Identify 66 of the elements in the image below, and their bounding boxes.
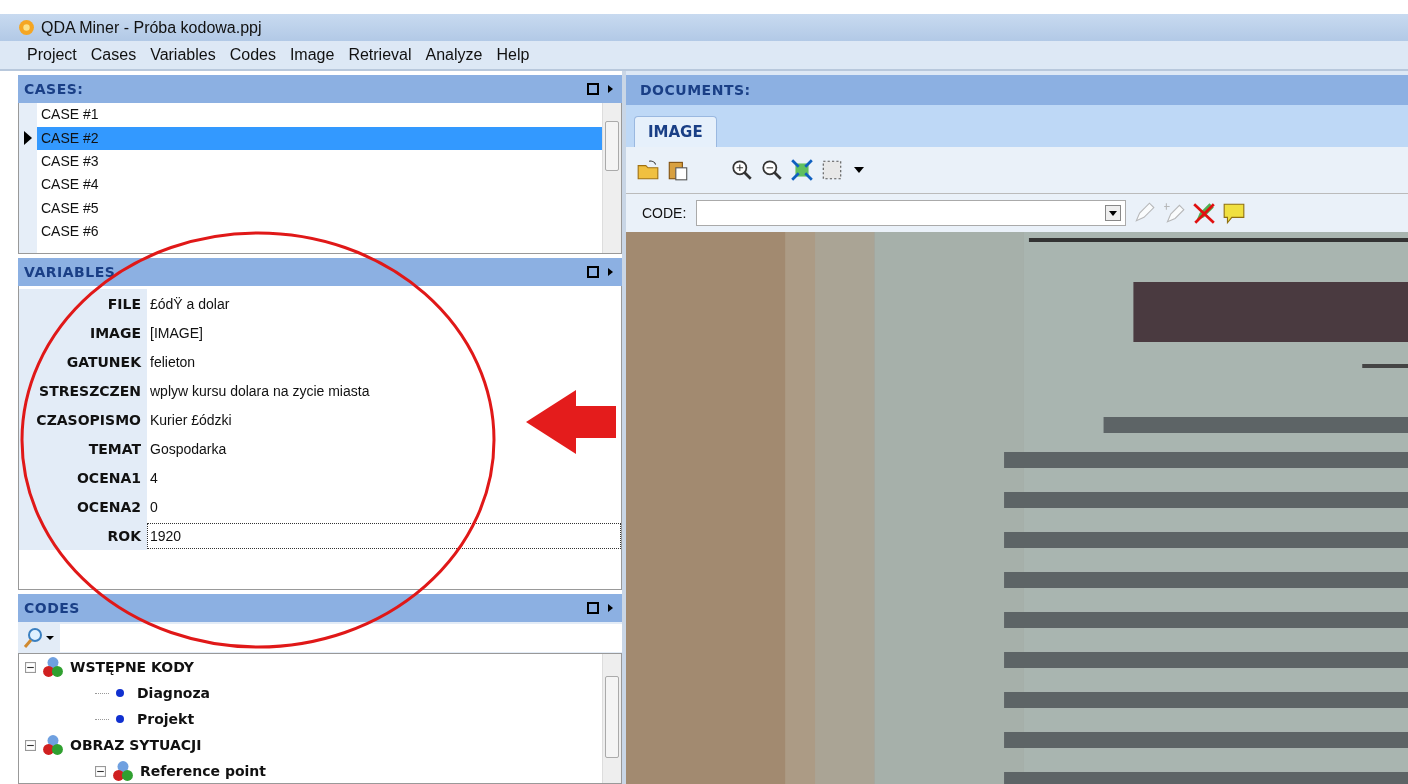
collapse-icon[interactable] xyxy=(95,765,106,777)
case-item[interactable]: CASE #6 xyxy=(37,220,602,244)
menu-item[interactable]: Help xyxy=(496,46,530,64)
cubes-icon xyxy=(112,760,134,782)
window-title: QDA Miner - Próba kodowa.ppj xyxy=(41,18,262,37)
collapse-icon[interactable] xyxy=(25,739,36,751)
variable-name: ROK xyxy=(19,521,147,550)
menu-item[interactable]: Analyze xyxy=(425,46,483,64)
cubes-icon xyxy=(42,734,64,756)
cubes-icon xyxy=(42,656,64,678)
panel-title: CODES xyxy=(24,600,80,616)
variable-name: GATUNEK xyxy=(19,347,147,376)
zoom-in-icon[interactable] xyxy=(730,158,754,182)
remove-code-icon[interactable] xyxy=(1192,201,1217,225)
case-item[interactable]: CASE #1 xyxy=(37,103,602,127)
scrollbar[interactable] xyxy=(602,103,621,253)
caret-icon[interactable] xyxy=(854,167,864,173)
variable-value[interactable]: wplyw kursu dolara na zycie miasta xyxy=(147,377,621,404)
search-icon[interactable] xyxy=(22,626,56,649)
variable-name: OCENA1 xyxy=(19,463,147,492)
case-item[interactable]: CASE #4 xyxy=(37,173,602,197)
case-item[interactable]: CASE #3 xyxy=(37,149,602,173)
variable-value[interactable]: Gospodarka xyxy=(147,435,621,462)
menu-item[interactable]: Retrieval xyxy=(348,46,412,64)
variable-name: CZASOPISMO xyxy=(19,405,147,434)
variable-name: TEMAT xyxy=(19,434,147,463)
variable-value[interactable]: 4 xyxy=(147,464,621,491)
panel-title: DOCUMENTS: xyxy=(640,82,751,98)
variable-value[interactable]: 0 xyxy=(147,493,621,520)
variable-name: FILE xyxy=(19,289,147,318)
zoom-out-icon[interactable] xyxy=(760,158,784,182)
case-item[interactable]: CASE #5 xyxy=(37,196,602,220)
comment-icon[interactable] xyxy=(1222,201,1247,225)
menu-item[interactable]: Image xyxy=(289,46,335,64)
variable-value[interactable]: £ódŸ a dolar xyxy=(147,290,621,317)
variable-name: IMAGE xyxy=(19,318,147,347)
panel-title: CASES: xyxy=(24,81,84,97)
code-item[interactable]: WSTĘPNE KODY xyxy=(70,659,194,675)
code-item[interactable]: Diagnoza xyxy=(137,685,211,701)
variable-value[interactable]: [IMAGE] xyxy=(147,319,621,346)
code-item[interactable]: OBRAZ SYTUACJI xyxy=(70,737,202,753)
variable-name: OCENA2 xyxy=(19,492,147,521)
variable-name: STRESZCZEN xyxy=(19,376,147,405)
app-logo-icon xyxy=(18,19,35,36)
variable-value[interactable]: felieton xyxy=(147,348,621,375)
current-row-icon xyxy=(24,131,32,146)
menu-item[interactable]: Codes xyxy=(229,46,276,64)
case-item[interactable]: CASE #2 xyxy=(37,126,602,150)
collapse-icon[interactable] xyxy=(25,661,36,673)
document-tab[interactable]: IMAGE xyxy=(634,116,717,147)
search-field[interactable] xyxy=(60,623,622,652)
fit-icon[interactable] xyxy=(790,158,814,182)
code-item[interactable]: Projekt xyxy=(137,711,195,727)
menu-item[interactable]: Cases xyxy=(90,46,137,64)
menu-item[interactable]: Variables xyxy=(150,46,216,64)
variable-value[interactable]: Kurier £ódzki xyxy=(147,406,621,433)
variable-value[interactable]: 1920 xyxy=(147,522,621,549)
code-item[interactable]: Reference point xyxy=(140,763,266,779)
open-folder-icon[interactable] xyxy=(636,158,660,182)
code-label: CODE: xyxy=(642,205,687,221)
scrollbar[interactable] xyxy=(602,654,621,783)
selection-icon[interactable] xyxy=(820,158,844,182)
code-dot-icon xyxy=(115,714,125,724)
menu-item[interactable]: Project xyxy=(27,46,77,64)
code-dot-icon xyxy=(115,688,125,698)
panel-title: VARIABLES xyxy=(24,264,116,280)
